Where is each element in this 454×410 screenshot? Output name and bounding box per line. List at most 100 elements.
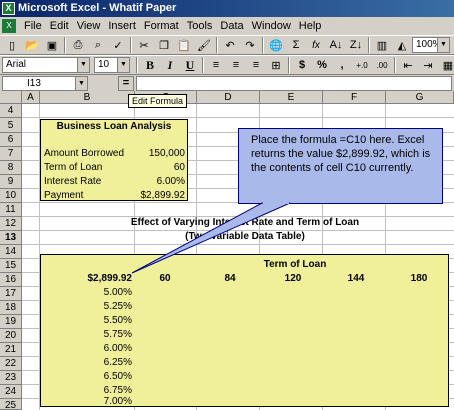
row-header-8[interactable]: 8 xyxy=(0,161,22,175)
row-header-13[interactable]: 13 xyxy=(0,231,22,245)
redo-icon[interactable]: ↷ xyxy=(240,36,260,54)
row-header-16[interactable]: 16 xyxy=(0,273,22,287)
rate-cell[interactable]: 6.50% xyxy=(80,371,132,383)
bold-button[interactable]: B xyxy=(140,56,160,74)
zoom-select[interactable]: 100% ▼ xyxy=(412,37,450,53)
chart-wizard-icon[interactable]: ▥ xyxy=(372,36,392,54)
new-icon[interactable]: ▯ xyxy=(2,36,22,54)
rate-cell[interactable]: 7.00% xyxy=(80,396,132,408)
row-header-14[interactable]: 14 xyxy=(0,245,22,259)
menu-file[interactable]: File xyxy=(20,17,46,35)
interest-rate-value[interactable]: 6.00% xyxy=(130,176,185,188)
row-header-11[interactable]: 11 xyxy=(0,203,22,217)
row-header-6[interactable]: 6 xyxy=(0,133,22,147)
data-table-formula-cell[interactable]: $2,899.92 xyxy=(60,273,133,285)
edit-formula-button[interactable]: = xyxy=(118,76,134,91)
row-header-5[interactable]: 5 xyxy=(0,118,22,133)
row-header-19[interactable]: 19 xyxy=(0,315,22,329)
font-name-select[interactable]: Arial ▼ xyxy=(2,57,90,73)
menu-edit[interactable]: Edit xyxy=(46,17,73,35)
row-header-15[interactable]: 15 xyxy=(0,259,22,273)
menu-tools[interactable]: Tools xyxy=(183,17,217,35)
term-header-cell[interactable]: 60 xyxy=(140,273,190,285)
sort-ascending-icon[interactable]: A↓ xyxy=(326,36,346,54)
print-preview-icon[interactable]: ⌕ xyxy=(88,36,108,54)
name-box[interactable]: I13 ▼ xyxy=(2,76,88,91)
term-header-cell[interactable]: 144 xyxy=(331,273,381,285)
amount-borrowed-value[interactable]: 150,000 xyxy=(130,148,185,160)
print-icon[interactable]: ⎙ xyxy=(68,36,88,54)
chevron-down-icon[interactable]: ▼ xyxy=(117,58,129,72)
term-header-cell[interactable]: 180 xyxy=(394,273,444,285)
format-painter-icon[interactable]: 🖌 xyxy=(194,36,214,54)
merge-center-icon[interactable]: ⊞ xyxy=(266,56,286,74)
row-header-10[interactable]: 10 xyxy=(0,189,22,203)
save-icon[interactable]: ▣ xyxy=(42,36,62,54)
underline-button[interactable]: U xyxy=(180,56,200,74)
cut-icon[interactable]: ✂ xyxy=(134,36,154,54)
term-of-loan-value[interactable]: 60 xyxy=(130,162,185,174)
row-header-18[interactable]: 18 xyxy=(0,301,22,315)
column-header-g[interactable]: G xyxy=(386,91,454,104)
column-header-e[interactable]: E xyxy=(260,91,323,104)
autosum-icon[interactable]: Σ xyxy=(286,36,306,54)
spelling-icon[interactable]: ✓ xyxy=(108,36,128,54)
percent-button[interactable]: % xyxy=(312,56,332,74)
increase-indent-icon[interactable]: ⇥ xyxy=(418,56,438,74)
column-header-f[interactable]: F xyxy=(323,91,386,104)
column-header-b[interactable]: B xyxy=(40,91,135,104)
row-header-7[interactable]: 7 xyxy=(0,147,22,161)
align-left-icon[interactable]: ≡ xyxy=(206,56,226,74)
rate-cell[interactable]: 5.00% xyxy=(80,287,132,299)
menu-insert[interactable]: Insert xyxy=(104,17,140,35)
row-header-4[interactable]: 4 xyxy=(0,104,22,118)
row-header-12[interactable]: 12 xyxy=(0,217,22,231)
menu-window[interactable]: Window xyxy=(248,17,295,35)
rate-cell[interactable]: 6.00% xyxy=(80,343,132,355)
sort-descending-icon[interactable]: Z↓ xyxy=(346,36,366,54)
comma-button[interactable]: , xyxy=(332,56,352,74)
borders-icon[interactable]: ▦ xyxy=(438,56,454,74)
excel-icon[interactable]: X xyxy=(2,2,15,15)
rate-cell[interactable]: 5.25% xyxy=(80,301,132,313)
row-header-20[interactable]: 20 xyxy=(0,329,22,343)
row-header-17[interactable]: 17 xyxy=(0,287,22,301)
row-header-25[interactable]: 25 xyxy=(0,399,22,410)
chevron-down-icon[interactable]: ▼ xyxy=(77,58,89,72)
column-header-a[interactable]: A xyxy=(22,91,40,104)
menu-data[interactable]: Data xyxy=(216,17,247,35)
menu-view[interactable]: View xyxy=(73,17,105,35)
column-header-d[interactable]: D xyxy=(197,91,260,104)
payment-value[interactable]: $2,899.92 xyxy=(130,190,186,202)
workbook-icon[interactable]: X xyxy=(2,19,16,33)
rate-cell[interactable]: 5.75% xyxy=(80,329,132,341)
row-header-24[interactable]: 24 xyxy=(0,385,22,399)
italic-button[interactable]: I xyxy=(160,56,180,74)
paste-icon[interactable]: 📋 xyxy=(174,36,194,54)
open-icon[interactable]: 📂 xyxy=(22,36,42,54)
menu-help[interactable]: Help xyxy=(295,17,326,35)
chevron-down-icon[interactable]: ▼ xyxy=(75,77,87,90)
rate-cell[interactable]: 6.25% xyxy=(80,357,132,369)
term-header-cell[interactable]: 84 xyxy=(205,273,255,285)
decrease-decimal-icon[interactable]: .00 xyxy=(372,56,392,74)
copy-icon[interactable]: ❐ xyxy=(154,36,174,54)
increase-decimal-icon[interactable]: +.0 xyxy=(352,56,372,74)
undo-icon[interactable]: ↶ xyxy=(220,36,240,54)
rate-cell[interactable]: 5.50% xyxy=(80,315,132,327)
row-header-21[interactable]: 21 xyxy=(0,343,22,357)
chevron-down-icon[interactable]: ▼ xyxy=(437,38,449,52)
formula-input[interactable] xyxy=(136,76,452,91)
term-header-cell[interactable]: 120 xyxy=(268,273,318,285)
drawing-icon[interactable]: ◭ xyxy=(392,36,412,54)
currency-button[interactable]: $ xyxy=(292,56,312,74)
row-header-9[interactable]: 9 xyxy=(0,175,22,189)
hyperlink-icon[interactable]: 🌐 xyxy=(266,36,286,54)
align-right-icon[interactable]: ≡ xyxy=(246,56,266,74)
decrease-indent-icon[interactable]: ⇤ xyxy=(398,56,418,74)
align-center-icon[interactable]: ≡ xyxy=(226,56,246,74)
row-header-23[interactable]: 23 xyxy=(0,371,22,385)
font-size-select[interactable]: 10 ▼ xyxy=(94,57,130,73)
row-header-22[interactable]: 22 xyxy=(0,357,22,371)
menu-format[interactable]: Format xyxy=(140,17,183,35)
